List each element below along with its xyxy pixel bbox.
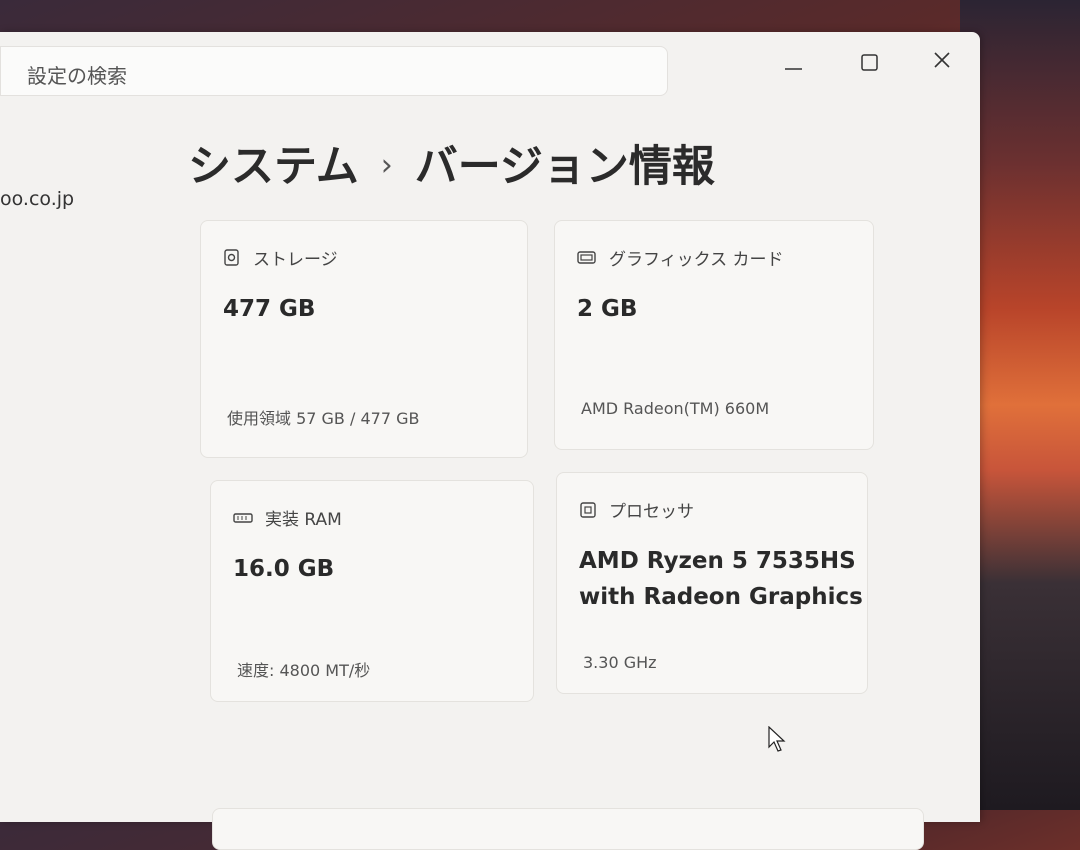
graphics-card-header: グラフィックス カード bbox=[577, 245, 784, 270]
processor-card: プロセッサ AMD Ryzen 5 7535HS with Radeon Gra… bbox=[556, 472, 868, 694]
ram-card: 実装 RAM 16.0 GB 速度: 4800 MT/秒 bbox=[210, 480, 534, 702]
storage-card: ストレージ 477 GB 使用領域 57 GB / 477 GB bbox=[200, 220, 528, 458]
breadcrumb-current: バージョン情報 bbox=[414, 142, 715, 192]
graphics-detail: AMD Radeon(TM) 660M bbox=[581, 399, 770, 418]
processor-value-line1: AMD Ryzen 5 7535HS bbox=[579, 548, 856, 574]
storage-value: 477 GB bbox=[223, 296, 316, 322]
ram-icon bbox=[233, 512, 253, 523]
graphics-value: 2 GB bbox=[577, 296, 638, 322]
graphics-label: グラフィックス カード bbox=[609, 250, 784, 270]
ram-label: 実装 RAM bbox=[265, 510, 342, 530]
processor-detail: 3.30 GHz bbox=[583, 653, 657, 672]
close-icon bbox=[934, 52, 950, 68]
ram-value: 16.0 GB bbox=[233, 556, 335, 582]
breadcrumb-separator: › bbox=[380, 148, 393, 183]
account-email: oo.co.jp bbox=[0, 188, 75, 210]
settings-window: 設定の検索 oo.co.jp システム › バージョン情報 ストレージ 477 GB… bbox=[0, 32, 980, 850]
ram-card-header: 実装 RAM bbox=[233, 505, 342, 530]
storage-detail: 使用領域 57 GB / 477 GB bbox=[227, 409, 420, 428]
minimize-icon bbox=[785, 68, 802, 70]
ram-detail: 速度: 4800 MT/秒 bbox=[237, 661, 371, 680]
search-input[interactable]: 設定の検索 bbox=[0, 46, 668, 96]
processor-label: プロセッサ bbox=[609, 502, 694, 522]
processor-value: AMD Ryzen 5 7535HS with Radeon Graphics bbox=[579, 543, 863, 615]
processor-card-header: プロセッサ bbox=[579, 497, 694, 522]
storage-icon bbox=[224, 248, 239, 266]
maximize-icon bbox=[861, 54, 878, 71]
breadcrumb-parent[interactable]: システム bbox=[188, 142, 359, 192]
minimize-button[interactable] bbox=[772, 46, 812, 86]
processor-value-line2: with Radeon Graphics bbox=[579, 584, 863, 610]
maximize-button[interactable] bbox=[848, 46, 888, 86]
mouse-cursor-icon bbox=[768, 726, 786, 752]
graphics-card: グラフィックス カード 2 GB AMD Radeon(TM) 660M bbox=[554, 220, 874, 450]
processor-icon bbox=[580, 501, 596, 518]
graphics-card-icon bbox=[577, 250, 596, 264]
page-title: システム › バージョン情報 bbox=[188, 132, 715, 194]
storage-label: ストレージ bbox=[253, 250, 338, 270]
storage-card-header: ストレージ bbox=[223, 245, 338, 270]
close-button[interactable] bbox=[922, 46, 962, 86]
search-placeholder: 設定の検索 bbox=[27, 64, 127, 88]
next-section-card bbox=[212, 808, 924, 850]
